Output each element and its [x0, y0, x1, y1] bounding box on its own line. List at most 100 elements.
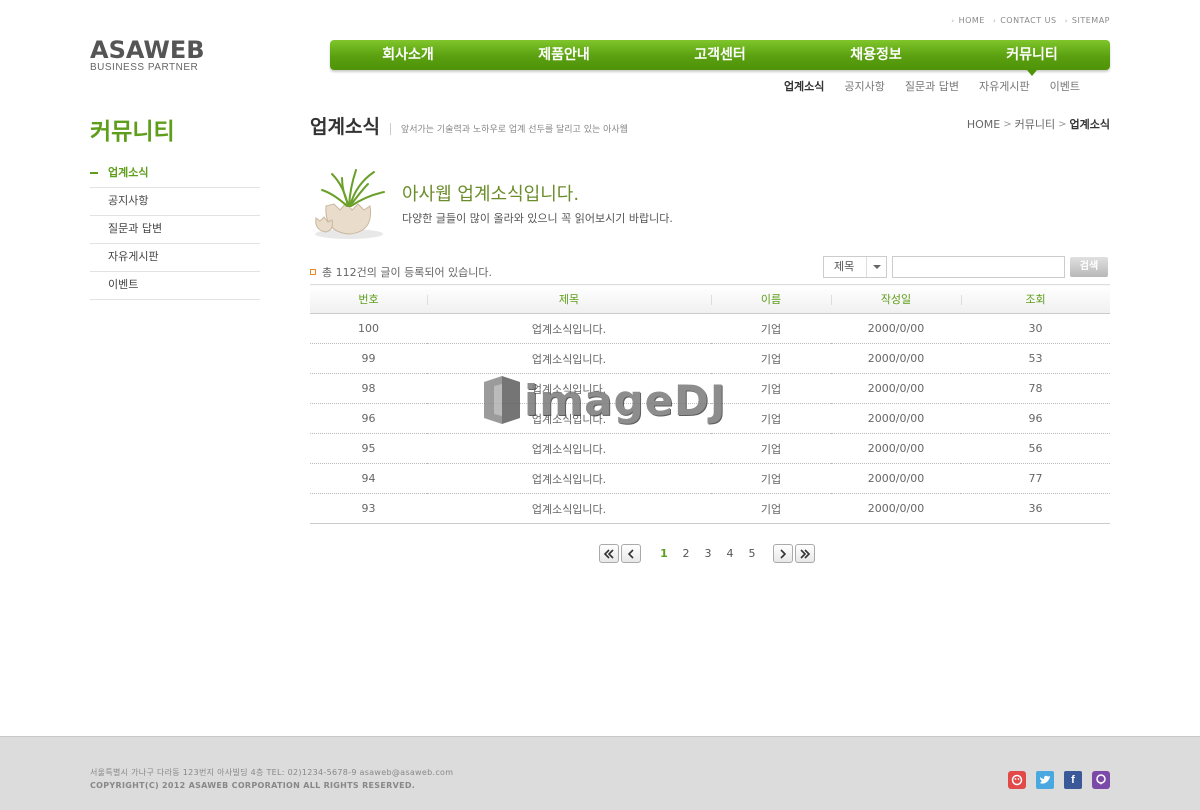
page-number[interactable]: 4: [719, 547, 741, 560]
me2day-icon[interactable]: [1092, 771, 1110, 789]
utility-links: › HOME › CONTACT US › SITEMAP: [951, 16, 1110, 25]
intro-description: 다양한 글들이 많이 올라와 있으니 꼭 읽어보시기 바랍니다.: [402, 212, 673, 225]
footer-address: 서울특별시 가나구 다라동 123번지 아사빌딩 4층 TEL: 02)1234…: [90, 768, 454, 777]
facebook-icon[interactable]: f: [1064, 771, 1082, 789]
column-header-date: 작성일: [831, 284, 961, 314]
table-row[interactable]: 100 업계소식입니다. 기업 2000/0/00 30: [310, 313, 1110, 344]
search-button[interactable]: 검색: [1070, 257, 1108, 277]
logo-main-text: ASAWEB: [90, 36, 205, 64]
cell-views: 30: [961, 313, 1110, 344]
cell-title[interactable]: 업계소식입니다.: [427, 463, 711, 494]
page-description: 앞서가는 기술력과 노하우로 업계 선두를 달리고 있는 아사웹: [400, 125, 628, 135]
cell-name: 기업: [711, 493, 831, 524]
cell-views: 78: [961, 373, 1110, 404]
cell-date: 2000/0/00: [831, 433, 961, 464]
cell-name: 기업: [711, 403, 831, 434]
last-page-button[interactable]: [795, 544, 815, 563]
util-home-link[interactable]: › HOME: [951, 16, 985, 25]
column-header-title: 제목: [427, 284, 711, 314]
cell-views: 53: [961, 343, 1110, 374]
page-number[interactable]: 5: [741, 547, 763, 560]
page-number[interactable]: 2: [675, 547, 697, 560]
sns-links: f: [1008, 771, 1110, 789]
column-header-number: 번호: [310, 284, 427, 314]
cell-date: 2000/0/00: [831, 403, 961, 434]
table-row[interactable]: 99 업계소식입니다. 기업 2000/0/00 53: [310, 343, 1110, 374]
chevron-right-icon: >: [1003, 118, 1012, 130]
sidebar-title: 커뮤니티: [90, 119, 175, 145]
cell-number: 100: [310, 313, 427, 344]
cell-views: 96: [961, 403, 1110, 434]
logo[interactable]: ASAWEB BUSINESS PARTNER: [90, 38, 205, 74]
lnb-item-industry-news[interactable]: 업계소식: [774, 78, 834, 94]
search-input[interactable]: [892, 256, 1065, 278]
chevron-right-icon: [780, 548, 787, 559]
gnb-item-support[interactable]: 고객센터: [642, 40, 798, 70]
breadcrumb: HOME > 커뮤니티 > 업계소식: [967, 116, 1110, 132]
next-page-button[interactable]: [773, 544, 793, 563]
gnb-item-recruit[interactable]: 채용정보: [798, 40, 954, 70]
cell-name: 기업: [711, 433, 831, 464]
cell-name: 기업: [711, 343, 831, 374]
cell-date: 2000/0/00: [831, 373, 961, 404]
util-contact-link[interactable]: › CONTACT US: [993, 16, 1057, 25]
util-sitemap-link[interactable]: › SITEMAP: [1065, 16, 1110, 25]
sidebar-item-notice[interactable]: 공지사항: [90, 188, 260, 216]
page-number[interactable]: 3: [697, 547, 719, 560]
title-divider: [389, 122, 391, 135]
gnb-item-company[interactable]: 회사소개: [330, 40, 486, 70]
sidebar-item-free-board[interactable]: 자유게시판: [90, 244, 260, 272]
twitter-icon[interactable]: [1036, 771, 1054, 789]
cell-date: 2000/0/00: [831, 343, 961, 374]
cell-title[interactable]: 업계소식입니다.: [427, 313, 711, 344]
prev-page-button[interactable]: [621, 544, 641, 563]
search-field-select[interactable]: 제목: [823, 256, 887, 278]
plant-eggshell-image: [304, 162, 394, 242]
watermark-text: imageDJ: [524, 375, 727, 425]
cell-title[interactable]: 업계소식입니다.: [427, 433, 711, 464]
gnb-item-products[interactable]: 제품안내: [486, 40, 642, 70]
sidebar-item-industry-news[interactable]: 업계소식: [90, 160, 260, 188]
page-number-current[interactable]: 1: [653, 547, 675, 560]
column-header-views: 조회: [961, 284, 1110, 314]
chevron-right-icon: >: [1058, 118, 1067, 130]
post-count-text: 총 112건의 글이 등록되어 있습니다.: [322, 266, 493, 279]
table-row[interactable]: 93 업계소식입니다. 기업 2000/0/00 36: [310, 493, 1110, 524]
cyworld-icon[interactable]: [1008, 771, 1026, 789]
cell-date: 2000/0/00: [831, 313, 961, 344]
chevron-left-icon: [627, 548, 634, 559]
breadcrumb-community[interactable]: 커뮤니티: [1015, 116, 1055, 132]
footer-copyright: COPYRIGHT(C) 2012 ASAWEB CORPORATION ALL…: [90, 781, 416, 790]
lnb-item-notice[interactable]: 공지사항: [834, 78, 894, 94]
breadcrumb-current: 업계소식: [1069, 118, 1110, 131]
cell-number: 93: [310, 493, 427, 524]
lnb-item-free-board[interactable]: 자유게시판: [969, 78, 1040, 94]
sidebar-item-qna[interactable]: 질문과 답변: [90, 216, 260, 244]
watermark: imageDJ: [480, 372, 727, 428]
cell-number: 96: [310, 403, 427, 434]
cell-number: 95: [310, 433, 427, 464]
first-page-button[interactable]: [599, 544, 619, 563]
cell-views: 56: [961, 433, 1110, 464]
cell-date: 2000/0/00: [831, 493, 961, 524]
local-nav: 업계소식 공지사항 질문과 답변 자유게시판 이벤트: [774, 78, 1110, 94]
cell-name: 기업: [711, 313, 831, 344]
gnb-item-community[interactable]: 커뮤니티: [954, 40, 1110, 76]
cell-views: 36: [961, 493, 1110, 524]
lnb-item-event[interactable]: 이벤트: [1040, 78, 1110, 94]
breadcrumb-home[interactable]: HOME: [967, 118, 1000, 131]
table-row[interactable]: 95 업계소식입니다. 기업 2000/0/00 56: [310, 433, 1110, 464]
cell-number: 94: [310, 463, 427, 494]
cell-title[interactable]: 업계소식입니다.: [427, 343, 711, 374]
table-header-row: 번호 제목 이름 작성일 조회: [310, 284, 1110, 314]
table-row[interactable]: 94 업계소식입니다. 기업 2000/0/00 77: [310, 463, 1110, 494]
sidebar-item-event[interactable]: 이벤트: [90, 272, 260, 300]
pagination: 1 2 3 4 5: [599, 544, 817, 563]
search-select-value: 제목: [834, 260, 855, 273]
double-chevron-left-icon: [603, 548, 614, 559]
logo-sub-text: BUSINESS PARTNER: [90, 62, 199, 73]
cell-title[interactable]: 업계소식입니다.: [427, 493, 711, 524]
footer: 서울특별시 가나구 다라동 123번지 아사빌딩 4층 TEL: 02)1234…: [0, 736, 1200, 810]
lnb-item-qna[interactable]: 질문과 답변: [895, 78, 969, 94]
cell-number: 98: [310, 373, 427, 404]
